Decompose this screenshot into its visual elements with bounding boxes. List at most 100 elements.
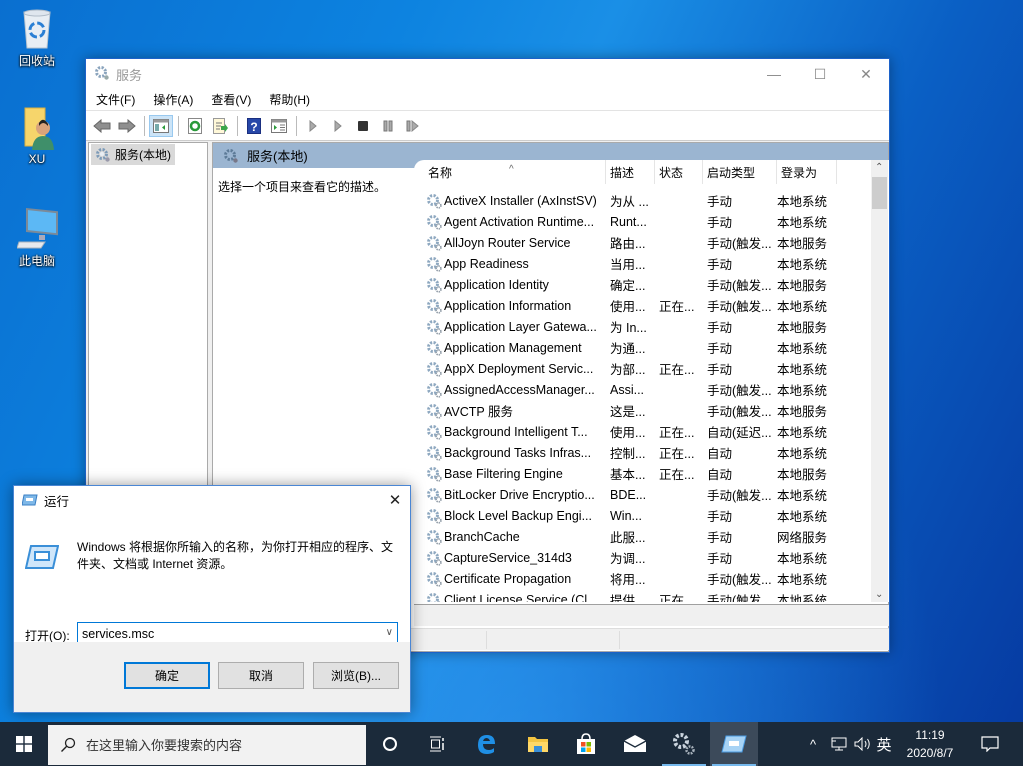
- taskbar-search-box[interactable]: 在这里输入你要搜索的内容: [48, 724, 366, 765]
- services-taskbar-button[interactable]: [660, 722, 708, 766]
- action-center-button[interactable]: [976, 722, 1004, 766]
- start-service-button[interactable]: [301, 115, 325, 137]
- help-button[interactable]: ?: [242, 115, 266, 137]
- run-title-bar[interactable]: 运行 ✕: [14, 486, 410, 514]
- ok-button[interactable]: 确定: [124, 662, 210, 689]
- column-header-startup-type[interactable]: 启动类型: [703, 160, 777, 184]
- service-row[interactable]: Application Information 使用... 正在... 手动(触发..…: [414, 295, 889, 316]
- back-button[interactable]: [90, 115, 114, 137]
- show-hide-console-tree-button[interactable]: [149, 114, 173, 137]
- close-button[interactable]: ✕: [843, 59, 889, 89]
- show-hide-console-tree-icon: [153, 118, 169, 133]
- mail-button[interactable]: [611, 722, 659, 766]
- pause-service-button[interactable]: [376, 115, 400, 137]
- export-list-button[interactable]: [208, 115, 232, 137]
- cortana-button[interactable]: [366, 722, 414, 766]
- run-close-button[interactable]: ✕: [380, 486, 410, 514]
- service-log-on-as: 本地系统: [777, 510, 828, 524]
- window-title: 服务: [116, 67, 143, 83]
- service-log-on-as: 本地系统: [777, 342, 828, 356]
- service-row[interactable]: Application Identity 确定... 手动(触发... 本地服务: [414, 274, 889, 295]
- scroll-down-icon[interactable]: ⌄: [875, 589, 883, 600]
- store-button[interactable]: [562, 722, 610, 766]
- menu-action[interactable]: 操作(A): [143, 91, 201, 108]
- service-status: 正在...: [659, 468, 695, 482]
- browse-button[interactable]: 浏览(B)...: [313, 662, 399, 689]
- column-header-description[interactable]: 描述: [606, 160, 655, 184]
- service-row[interactable]: ActiveX Installer (AxInstSV) 为从 ... 手动 本地系统: [414, 190, 889, 211]
- network-button[interactable]: [828, 722, 850, 766]
- stop-service-button[interactable]: [351, 115, 375, 137]
- service-name: Application Management: [444, 340, 582, 355]
- desktop-icon-user-folder[interactable]: XU: [6, 106, 68, 166]
- title-bar[interactable]: 服务 — ☐ ✕: [86, 59, 889, 89]
- service-gear-icon: [427, 508, 442, 524]
- start-service-alt-button[interactable]: [326, 115, 350, 137]
- service-startup-type: 手动: [707, 258, 733, 272]
- service-row[interactable]: BranchCache 此服... 手动 网络服务: [414, 526, 889, 547]
- desktop-icon-this-pc[interactable]: 此电脑: [6, 206, 68, 269]
- minimize-button[interactable]: —: [751, 59, 797, 89]
- cancel-button[interactable]: 取消: [218, 662, 304, 689]
- service-description: 使用...: [610, 300, 646, 314]
- scroll-up-icon[interactable]: ⌃: [875, 162, 883, 173]
- help-icon: ?: [247, 117, 261, 134]
- refresh-button[interactable]: [183, 115, 207, 137]
- run-taskbar-button[interactable]: [710, 722, 758, 766]
- service-row[interactable]: Block Level Backup Engi... Win... 手动 本地系统: [414, 505, 889, 526]
- service-row[interactable]: AssignedAccessManager... Assi... 手动(触发... 本…: [414, 379, 889, 400]
- service-startup-type: 手动: [707, 510, 733, 524]
- task-view-button[interactable]: [414, 722, 462, 766]
- service-row[interactable]: AllJoyn Router Service 路由... 手动(触发... 本地服务: [414, 232, 889, 253]
- edge-button[interactable]: [462, 722, 510, 766]
- service-gear-icon: [427, 340, 442, 356]
- service-row[interactable]: AVCTP 服务 这是... 手动(触发... 本地服务: [414, 400, 889, 421]
- column-header-log-on-as[interactable]: 登录为: [777, 160, 837, 184]
- show-hidden-icons-button[interactable]: ^: [802, 722, 824, 766]
- restart-service-button[interactable]: [401, 115, 425, 137]
- tree-item-services-local[interactable]: 服务(本地): [91, 144, 175, 165]
- service-row[interactable]: Background Tasks Infras... 控制... 正在... 自动 本地…: [414, 442, 889, 463]
- column-header-status[interactable]: 状态: [655, 160, 703, 184]
- services-icon: [673, 733, 695, 755]
- volume-button[interactable]: [852, 722, 874, 766]
- service-row[interactable]: Base Filtering Engine 基本... 正在... 自动 本地服务: [414, 463, 889, 484]
- service-row[interactable]: AppX Deployment Servic... 为部... 正在... 手动 本地系…: [414, 358, 889, 379]
- service-name-cell: AVCTP 服务: [414, 401, 606, 420]
- forward-button[interactable]: [115, 115, 139, 137]
- service-row[interactable]: Application Layer Gatewa... 为 In... 手动 本地服务: [414, 316, 889, 337]
- services-gear-icon: [96, 147, 110, 162]
- service-gear-icon: [427, 529, 442, 545]
- menu-help[interactable]: 帮助(H): [259, 91, 318, 108]
- service-row[interactable]: CaptureService_314d3 为调... 手动 本地系统: [414, 547, 889, 568]
- menu-view[interactable]: 查看(V): [201, 91, 259, 108]
- service-description: Win...: [610, 508, 642, 523]
- service-row[interactable]: Certificate Propagation 将用... 手动(触发... 本地系统: [414, 568, 889, 589]
- start-button[interactable]: [0, 722, 48, 766]
- service-row[interactable]: Background Intelligent T... 使用... 正在... 自动(…: [414, 421, 889, 442]
- service-name-cell: BranchCache: [414, 529, 606, 545]
- desktop-icon-recycle-bin[interactable]: 回收站: [6, 6, 68, 69]
- input-method-button[interactable]: 英: [873, 722, 895, 766]
- file-explorer-button[interactable]: [514, 722, 562, 766]
- services-gear-icon: [224, 148, 238, 163]
- service-row[interactable]: Agent Activation Runtime... Runt... 手动 本地系统: [414, 211, 889, 232]
- search-icon: [61, 737, 76, 752]
- clock[interactable]: 11:19 2020/8/7: [900, 726, 960, 762]
- scrollbar-thumb[interactable]: [872, 177, 887, 209]
- service-row[interactable]: Application Management 为通... 手动 本地系统: [414, 337, 889, 358]
- service-row[interactable]: BitLocker Drive Encryptio... BDE... 手动(触发.…: [414, 484, 889, 505]
- service-gear-icon: [427, 571, 442, 587]
- service-log-on-as: 本地系统: [777, 573, 828, 587]
- service-name: ActiveX Installer (AxInstSV): [444, 193, 597, 208]
- maximize-button[interactable]: ☐: [797, 59, 843, 89]
- service-log-on-as: 本地系统: [777, 426, 828, 440]
- chevron-up-icon: ^: [809, 736, 817, 752]
- menu-file[interactable]: 文件(F): [86, 91, 143, 108]
- service-gear-icon: [427, 382, 442, 398]
- service-row[interactable]: Client License Service (Cl... 提供... 正在... 手…: [414, 589, 889, 602]
- vertical-scrollbar[interactable]: ⌃ ⌄: [871, 160, 888, 602]
- chevron-down-icon[interactable]: ∨: [386, 627, 393, 638]
- properties-button[interactable]: [267, 115, 291, 137]
- service-row[interactable]: App Readiness 当用... 手动 本地系统: [414, 253, 889, 274]
